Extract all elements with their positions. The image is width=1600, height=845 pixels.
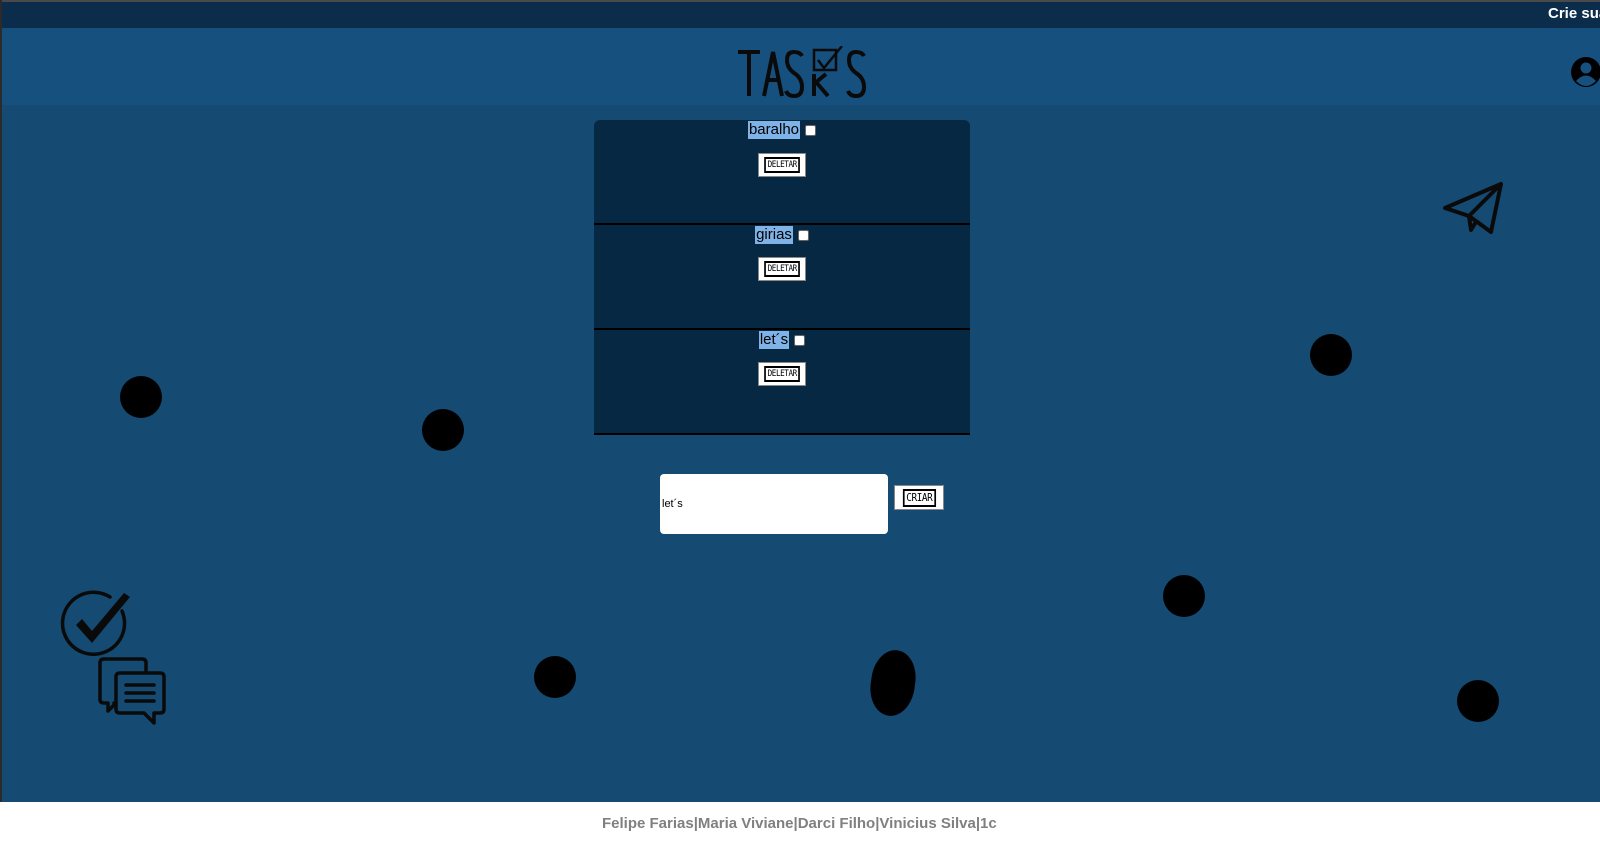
task-name: girias [755,226,793,244]
task-list: baralho DELETAR girias DELETAR let´s DEL… [594,120,970,435]
create-button[interactable]: CRIAR [894,485,944,510]
task-item: girias DELETAR [594,225,970,330]
delete-button[interactable]: DELETAR [758,362,806,386]
footer: Felipe Farias|Maria Viviane|Darci Filho|… [0,802,1600,845]
delete-button-label: DELETAR [763,261,801,277]
header [2,28,1600,105]
delete-button[interactable]: DELETAR [758,153,806,177]
task-name: let´s [758,331,790,349]
top-banner: Crie sua [2,0,1600,28]
decorative-dot [422,409,464,451]
decorative-dot [1163,575,1205,617]
delete-button-label: DELETAR [763,157,801,173]
marquee-text: Crie sua [1548,5,1600,22]
task-name: baralho [747,121,801,139]
task-item: let´s DELETAR [594,330,970,435]
decorative-dot [1310,334,1352,376]
delete-button-label: DELETAR [763,366,801,382]
create-button-label: CRIAR [902,488,936,507]
decorative-blob [866,647,920,719]
user-circle-icon[interactable] [1570,56,1600,88]
delete-button[interactable]: DELETAR [758,257,806,281]
check-circle-icon [60,590,130,656]
decorative-dot [534,656,576,698]
tasks-logo [738,46,867,98]
chat-bubbles-icon [98,657,166,725]
task-checkbox[interactable] [794,334,806,346]
footer-credits: Felipe Farias|Maria Viviane|Darci Filho|… [602,815,997,832]
decorative-dot [1457,680,1499,722]
new-task-input[interactable] [660,474,888,534]
decorative-dot [120,376,162,418]
main-area: baralho DELETAR girias DELETAR let´s DEL… [2,105,1600,802]
task-checkbox[interactable] [805,124,817,136]
paper-plane-icon [1443,182,1503,234]
task-checkbox[interactable] [797,229,809,241]
task-item: baralho DELETAR [594,120,970,225]
